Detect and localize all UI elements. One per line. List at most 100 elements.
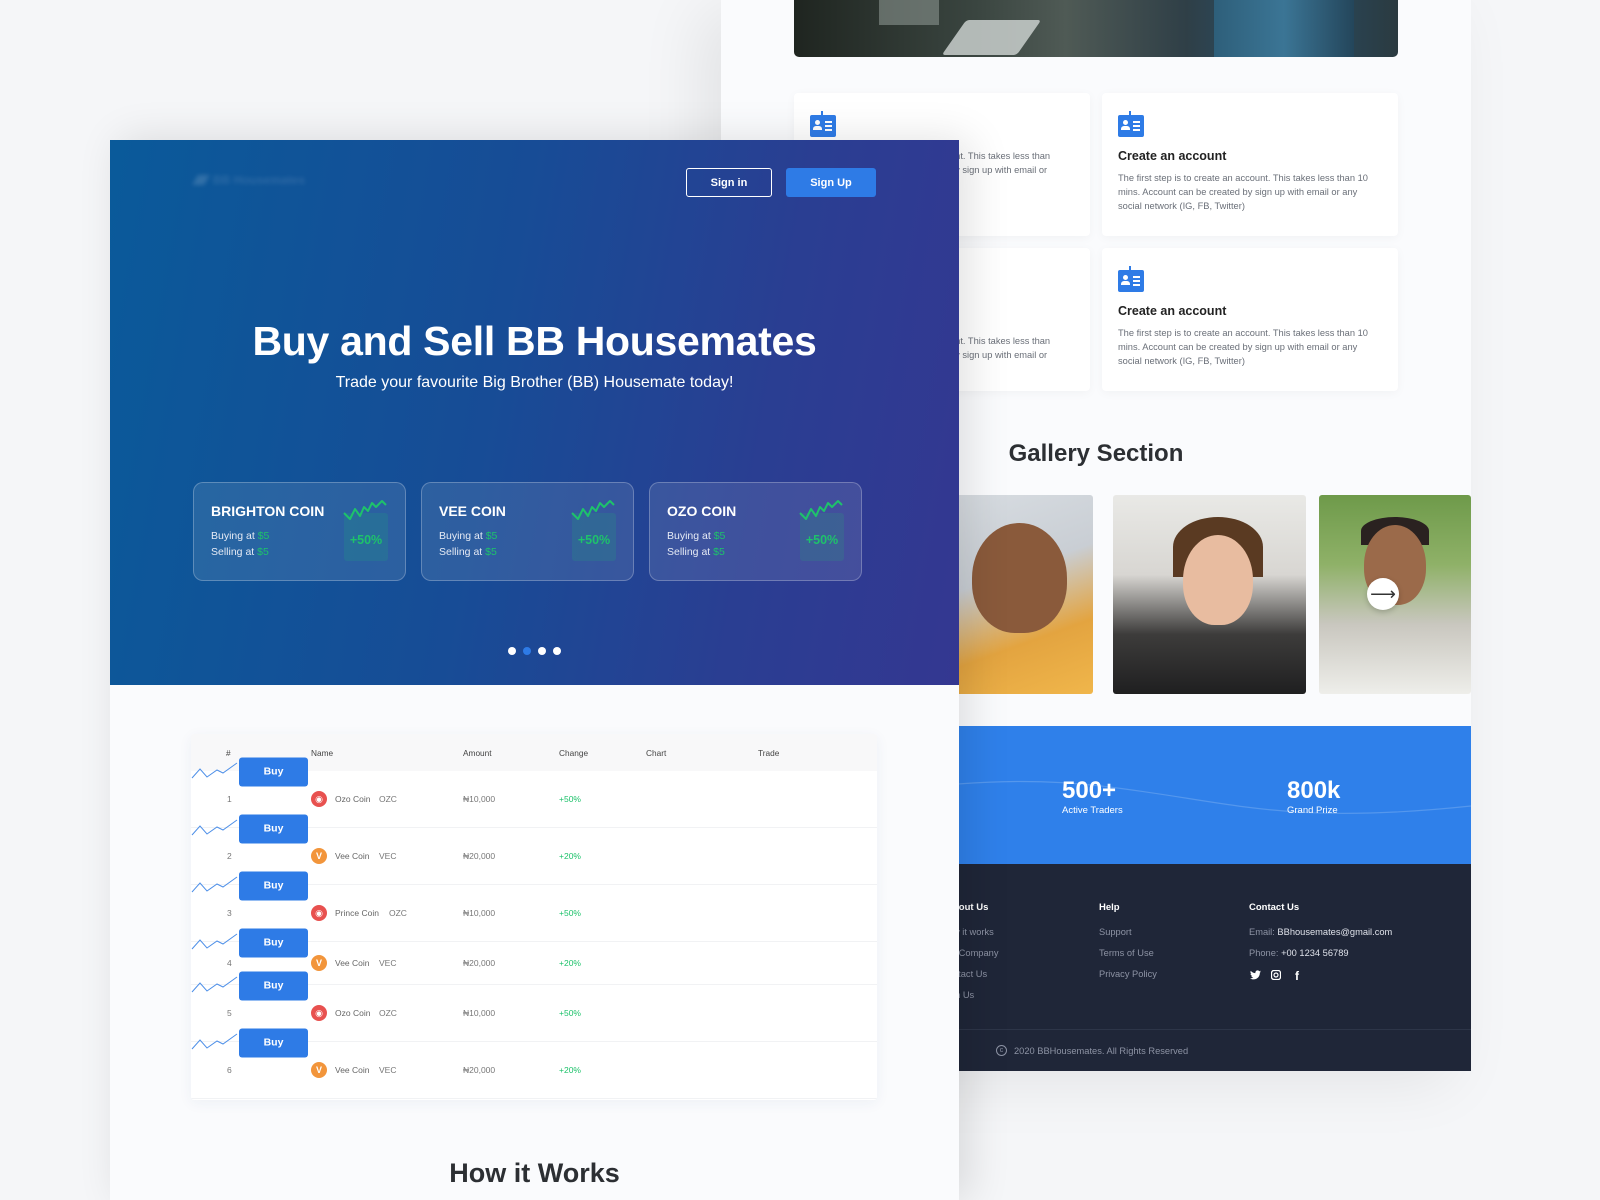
coin-name: Ozo Coin [335,1008,371,1018]
row-number: 5 [227,1008,232,1018]
col-header-trade: Trade [758,748,780,758]
coin-symbol: OZC [389,908,407,918]
buy-button[interactable]: Buy [239,757,308,786]
carousel-dot[interactable] [523,647,531,655]
footer-link-support[interactable]: Support [1099,927,1157,937]
step-card: Create an account The first step is to c… [1102,248,1398,391]
sparkline-chart [191,876,238,893]
id-card-icon [1118,266,1144,292]
coin-card[interactable]: VEE COIN Buying at $5 Selling at $5 +50% [421,482,634,581]
sparkline-chart [191,819,238,836]
footer-link-terms[interactable]: Terms of Use [1099,948,1157,958]
coin-change-badge: +50% [343,500,388,561]
col-header-name: Name [311,748,334,758]
step-title: Create an account [1118,149,1227,163]
col-header-chart: Chart [646,748,667,758]
coin-change: +20% [559,851,581,861]
coin-amount: ₦20,000 [463,1065,496,1075]
buy-button[interactable]: Buy [239,971,308,1000]
buy-button[interactable]: Buy [239,928,308,957]
logo[interactable]: BB Housemates [192,173,305,187]
coin-name: Vee Coin [335,958,370,968]
sparkline-chart [191,933,238,950]
trend-up-icon [799,500,843,520]
gallery-photo[interactable] [947,495,1093,694]
id-card-icon [1118,111,1144,137]
coin-card[interactable]: BRIGHTON COIN Buying at $5 Selling at $5 +5… [193,482,406,581]
col-header-number: # [226,748,231,758]
footer-link-privacy[interactable]: Privacy Policy [1099,969,1157,979]
coin-icon: V [311,955,327,971]
arrow-right-icon: ⟶ [1370,583,1396,604]
hero-subtitle: Trade your favourite Big Brother (BB) Ho… [335,374,734,391]
step-text: The first step is to create an account. … [1118,173,1368,211]
coin-table: # Name Amount Change Chart Trade 1 ◉ Ozo C… [191,734,877,1100]
footer-link[interactable]: w it works [953,927,998,937]
step-title: Create an account [1118,304,1227,318]
row-number: 3 [227,908,232,918]
coin-icon: V [311,848,327,864]
instagram-icon[interactable] [1270,969,1282,983]
col-header-amount: Amount [463,748,492,758]
coin-amount: ₦10,000 [463,908,496,918]
footer-link[interactable]: ntact Us [953,969,998,979]
sparkline-chart [191,1033,238,1050]
front-page-mockup: BB Housemates Sign in Sign Up Buy and Se… [110,140,959,1200]
coin-change: +50% [559,908,581,918]
copyright-icon: c [996,1045,1007,1056]
row-number: 1 [227,794,232,804]
coin-symbol: VEC [379,851,397,861]
coin-symbol: OZC [379,1008,397,1018]
coin-change: +50% [559,794,581,804]
hero-workspace-image [794,0,1398,57]
row-number: 6 [227,1065,232,1075]
coin-icon: ◉ [311,905,327,921]
buy-button[interactable]: Buy [239,871,308,900]
coin-name: Vee Coin [335,1065,370,1075]
coin-name: Prince Coin [335,908,379,918]
coin-icon: ◉ [311,791,327,807]
contact-phone: Phone: +00 1234 56789 [1249,948,1349,958]
carousel-dots [508,647,561,655]
footer-about: bout Us w it works r Company ntact Us in… [953,902,999,1000]
stat-grand-prize: 800k Grand Prize [1287,777,1341,817]
col-header-change: Change [559,748,589,758]
hero-section: BB Housemates Sign in Sign Up Buy and Se… [110,140,959,685]
carousel-dot[interactable] [508,647,516,655]
coin-icon: ◉ [311,1005,327,1021]
coin-card[interactable]: OZO COIN Buying at $5 Selling at $5 +50% [649,482,862,581]
sign-up-button[interactable]: Sign Up [786,168,876,197]
hero-title: Buy and Sell BB Housemates [252,318,817,364]
buy-button[interactable]: Buy [239,1028,308,1057]
trend-up-icon [343,500,387,520]
sign-in-button[interactable]: Sign in [686,168,772,197]
coin-name: Ozo Coin [335,794,371,804]
how-it-works-title: How it Works [449,1158,620,1188]
coin-symbol: VEC [379,958,397,968]
coin-amount: ₦20,000 [463,958,496,968]
gallery-next-button[interactable]: ⟶ [1367,578,1399,610]
footer-link[interactable]: in Us [953,990,998,1000]
id-card-icon [810,111,836,137]
stat-active-traders: 500+ Active Traders [1062,777,1123,817]
coin-name: Vee Coin [335,851,370,861]
copyright: c 2020 BBHousemates. All Rights Reserved [996,1045,1188,1056]
buy-button[interactable]: Buy [239,814,308,843]
coin-amount: ₦20,000 [463,851,496,861]
contact-email: Email: BBhousemates@gmail.com [1249,927,1393,937]
coin-change-badge: +50% [799,500,844,561]
row-number: 4 [227,958,232,968]
step-text: The first step is to create an account. … [1118,328,1368,366]
twitter-icon[interactable] [1249,969,1261,983]
gallery-photo[interactable] [1113,495,1306,694]
facebook-icon[interactable]: f [1291,969,1303,983]
coin-change: +20% [559,1065,581,1075]
step-card: Create an account The first step is to c… [1102,93,1398,236]
coin-icon: V [311,1062,327,1078]
footer-link[interactable]: r Company [953,948,998,958]
coin-change: +50% [559,1008,581,1018]
coin-amount: ₦10,000 [463,1008,496,1018]
sparkline-chart [191,976,238,993]
carousel-dot[interactable] [538,647,546,655]
carousel-dot[interactable] [553,647,561,655]
